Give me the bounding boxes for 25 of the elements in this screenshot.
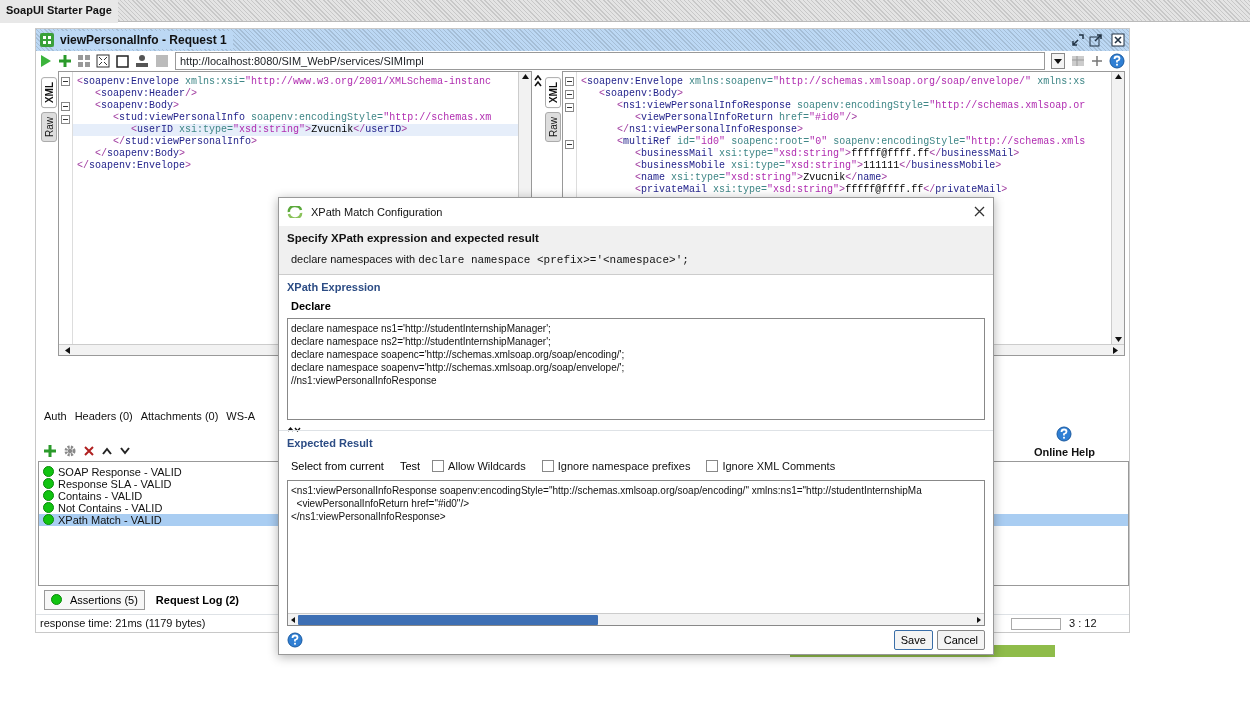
dialog-description: declare namespaces with declare namespace <prefix>='<namespace>';: [290, 251, 690, 268]
code-line: <multiRef id="id0" soapenc:root="0" soapenv:encodingStyle="http://schemas.xmls: [616, 136, 1087, 148]
code-line: <viewPersonalInfoReturn href="#id0"/>: [634, 112, 859, 124]
dialog-title: XPath Match Configuration: [311, 204, 443, 220]
window-title: viewPersonalInfo - Request 1: [54, 31, 233, 49]
code-line: <ns1:viewPersonalInfoResponse soapenv:encodingStyle="http://schemas.xmlsoap.or: [616, 100, 1087, 112]
code-line: </soapenv:Envelope>: [76, 160, 193, 172]
code-line: </ns1:viewPersonalInfoResponse>: [616, 124, 805, 136]
code-line: <soapenv:Envelope xmlns:soapenv="http://schemas.xmlsoap.org/soap/envelope/" xmlns:xs: [580, 76, 1087, 88]
section-title: XPath Expression: [286, 280, 382, 296]
code-line: <soapenv:Header/>: [94, 88, 199, 100]
code-line: <stud:viewPersonalInfo soapenv:encodingStyle="http://schemas.xm: [112, 112, 493, 124]
code-line: <businessMobile xsi:type="xsd:string">111111</businessMobile>: [634, 160, 1003, 172]
code-line: <soapenv:Body>: [94, 100, 181, 112]
code-line: <privateMail xsi:type="xsd:string">fffff@ffff.ff</privateMail>: [634, 184, 1009, 196]
code-line: <soapenv:Envelope xmlns:xsi="http://www.w3.org/2001/XMLSchema-instanc: [76, 76, 493, 88]
code-line: <name xsi:type="xsd:string">Zvucnik</name>: [634, 172, 889, 184]
code-line: <soapenv:Body>: [598, 88, 685, 100]
code-line: <businessMail xsi:type="xsd:string">fffff@ffff.ff</businessMail>: [634, 148, 1021, 160]
code-line: </stud:viewPersonalInfo>: [112, 136, 259, 148]
code-line: </soapenv:Body>: [94, 148, 187, 160]
cursor-position: 3 : 12: [1069, 616, 1098, 632]
response-time-text: response time: 21ms (1179 bytes): [39, 616, 207, 632]
section-title: Expected Result: [286, 436, 374, 452]
dialog-heading: Specify XPath expression and expected result: [287, 230, 540, 246]
